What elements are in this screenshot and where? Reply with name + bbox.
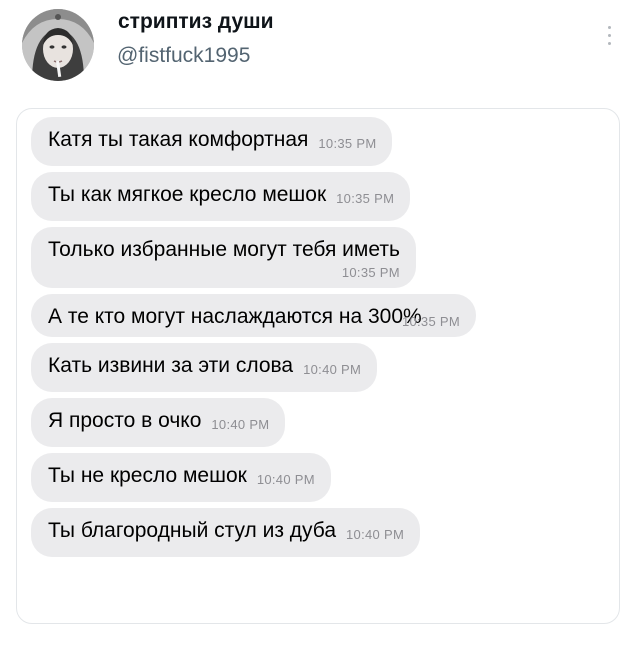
- message-bubble: Кать извини за эти слова 10:40 PM: [31, 343, 378, 392]
- message-time: 10:35 PM: [341, 265, 400, 280]
- message-text: Ты как мягкое кресло мешок: [48, 183, 327, 206]
- message-list: Катя ты такая комфортная 10:35 PM Ты как …: [31, 117, 605, 563]
- message-time: 10:40 PM: [256, 472, 315, 487]
- message-time: 10:40 PM: [211, 417, 270, 432]
- avatar-photo: [22, 9, 94, 81]
- message-bubble: Ты благородный стул из дуба 10:40 PM: [31, 508, 421, 557]
- message-bubble: Ты не кресло мешок 10:40 PM: [31, 453, 331, 502]
- dot: [607, 26, 611, 29]
- message-text: Кать извини за эти слова: [48, 354, 294, 377]
- message-text: Только избранные могут тебя иметь: [48, 238, 400, 261]
- message-time: 10:35 PM: [336, 191, 395, 206]
- avatar[interactable]: [22, 9, 94, 81]
- message-bubble: А те кто могут наслаждаются на 300% 10:3…: [31, 294, 476, 337]
- message-time: 10:40 PM: [303, 362, 362, 377]
- vertical-ellipsis-icon[interactable]: [604, 26, 614, 56]
- tweet-header: стриптиз души @fistfuck1995: [0, 0, 640, 100]
- message-bubble: Только избранные могут тебя иметь 10:35 …: [31, 227, 416, 288]
- chat-screenshot: Катя ты такая комфортная 10:35 PM Ты как …: [16, 108, 620, 624]
- message-bubble: Я просто в очко 10:40 PM: [31, 398, 286, 447]
- message-text: А те кто могут наслаждаются на 300%: [48, 305, 422, 328]
- message-text: Ты благородный стул из дуба: [48, 519, 337, 542]
- message-time: 10:40 PM: [346, 527, 405, 542]
- message-bubble: Ты как мягкое кресло мешок 10:35 PM: [31, 172, 411, 221]
- dot: [607, 42, 611, 45]
- message-text: Катя ты такая комфортная: [48, 128, 309, 151]
- message-text: Ты не кресло мешок: [48, 464, 247, 487]
- message-time: 10:35 PM: [318, 136, 377, 151]
- message-text: Я просто в очко: [48, 409, 202, 432]
- user-handle[interactable]: @fistfuck1995: [117, 44, 250, 68]
- dot: [607, 34, 611, 37]
- display-name[interactable]: стриптиз души: [118, 10, 274, 34]
- message-bubble: Катя ты такая комфортная 10:35 PM: [31, 117, 393, 166]
